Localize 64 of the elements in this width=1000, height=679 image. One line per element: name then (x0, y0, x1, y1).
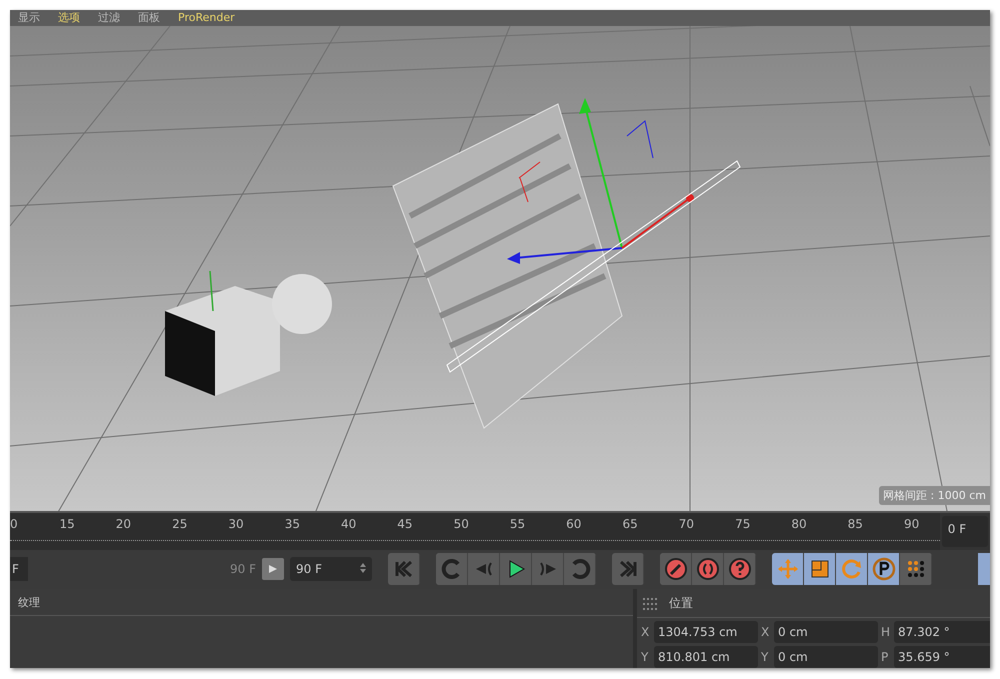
rotate-button[interactable] (836, 553, 868, 586)
play-button[interactable] (500, 553, 532, 586)
frame-number: 75 (734, 516, 752, 532)
frame-number: 0 (10, 516, 19, 532)
menu-item[interactable]: 选项 (58, 10, 80, 25)
coordinate-field[interactable]: 810.801 cm (654, 646, 758, 668)
key-button[interactable] (660, 553, 692, 586)
frame-number: 85 (846, 516, 864, 532)
frame-number: 55 (508, 516, 526, 532)
tab[interactable]: 纹理 (18, 595, 40, 609)
frame-number: 90 (902, 516, 920, 532)
frame-number: 80 (790, 516, 808, 532)
frame-number: 25 (171, 516, 188, 532)
end-frame-label: 90 F (230, 562, 256, 576)
autokey-icon (696, 557, 720, 582)
sphere-drawing (272, 274, 332, 334)
section-title: 位置 (669, 595, 693, 612)
axis-label: Y (761, 650, 770, 664)
axis-label: P (881, 650, 890, 664)
go-to-end-button[interactable] (612, 553, 644, 586)
key-icon (664, 557, 688, 582)
play-range-button[interactable] (262, 558, 284, 580)
grid-spacing-label: 网格间距 : 1000 cm (879, 486, 990, 506)
frame-number: 15 (58, 516, 76, 532)
start-frame-field[interactable]: F (10, 557, 28, 582)
c-arrow-button[interactable] (436, 553, 468, 586)
menu-item[interactable]: 过滤 (98, 10, 120, 25)
coordinate-field[interactable]: 1304.753 cm (654, 621, 758, 643)
frame-number: 45 (396, 516, 414, 532)
timeline-ruler[interactable]: 0 15 20 25 30 35 40 45 50 55 60 65 70 75 80 85 90 (10, 513, 940, 550)
frame-number: 50 (452, 516, 470, 532)
coordinate-field[interactable]: 87.302 ° (894, 621, 990, 643)
frame-number: 60 (565, 516, 582, 532)
autokey-button[interactable] (692, 553, 724, 586)
frame-number: 70 (678, 516, 696, 532)
scale-button[interactable] (804, 553, 836, 586)
frame-number: 65 (621, 516, 639, 532)
spinner-icon (360, 563, 366, 576)
axis-label: X (641, 625, 650, 639)
frame-number: 35 (284, 516, 301, 532)
current-frame-field[interactable]: 0 F (942, 516, 988, 547)
help-icon (728, 557, 752, 582)
grip-icon (643, 598, 659, 610)
axis-label: H (881, 625, 891, 639)
frame-number: 40 (340, 516, 358, 532)
move-icon (776, 557, 800, 582)
go-to-start-button[interactable] (388, 553, 420, 586)
menu-item[interactable]: ProRender (178, 10, 235, 25)
coordinate-field[interactable]: 35.659 ° (894, 646, 990, 668)
parameter-button[interactable] (868, 553, 900, 586)
dot-grid-button[interactable] (900, 553, 932, 586)
coordinate-field[interactable]: 0 cm (774, 621, 878, 643)
frame-number: 20 (114, 516, 132, 532)
range-field[interactable]: 90 F (290, 557, 372, 582)
rotate-icon (840, 557, 864, 582)
help-button[interactable] (724, 553, 756, 586)
coordinate-field[interactable]: 0 cm (774, 646, 878, 668)
axis-label: X (761, 625, 770, 639)
parameter-icon (872, 557, 896, 582)
frame-number: 30 (227, 516, 245, 532)
axis-label: Y (641, 650, 650, 664)
play-icon (268, 564, 278, 574)
reverse-c-arrow-button[interactable] (564, 553, 596, 586)
move-button[interactable] (772, 553, 804, 586)
